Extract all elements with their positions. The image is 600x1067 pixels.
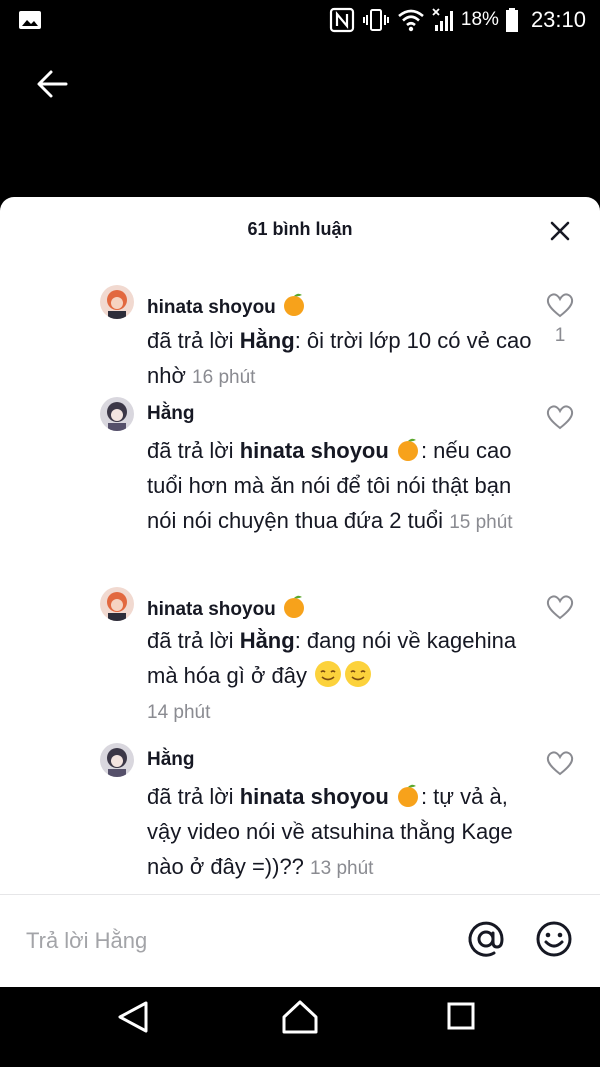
status-bar: 18% 23:10 [0, 0, 600, 40]
wifi-icon [398, 9, 424, 32]
comment-username[interactable]: Hằng [147, 403, 195, 425]
home-icon [282, 1000, 318, 1034]
comment-text: đã trả lời hinata shoyou : nếu cao tuổi … [147, 433, 532, 540]
comment-text: đã trả lời Hằng: đang nói về kagehina mà… [147, 623, 532, 730]
username-text[interactable]: Hằng [147, 403, 195, 424]
comment-time: 16 phút [192, 367, 256, 388]
username-text[interactable]: hinata shoyou [147, 599, 276, 620]
heart-icon [546, 293, 574, 318]
comment-text: đã trả lời Hằng: ôi trời lớp 10 có vẻ ca… [147, 323, 532, 395]
comments-sheet: 61 bình luận hinata shoyou đã trả lời Hằ… [0, 197, 600, 987]
battery-percentage: 18% [460, 9, 499, 30]
nav-back-button[interactable] [116, 999, 152, 1035]
like-button[interactable] [545, 403, 575, 431]
reply-input[interactable] [26, 923, 446, 959]
emoji-button[interactable] [534, 919, 574, 959]
close-button[interactable] [548, 219, 572, 243]
like-count: 1 [554, 325, 566, 346]
heart-icon [546, 595, 574, 620]
comment-username[interactable]: hinata shoyou [147, 593, 307, 621]
signal-icon [432, 8, 453, 31]
back-button[interactable] [30, 62, 74, 106]
heart-icon [546, 405, 574, 430]
avatar[interactable] [100, 397, 134, 431]
battery-icon [505, 8, 518, 32]
reply-prefix: đã trả lời [147, 438, 240, 463]
smiling-face-emoji [345, 661, 372, 687]
like-button[interactable] [545, 291, 575, 319]
comment-username[interactable]: hinata shoyou [147, 291, 307, 319]
image-icon [19, 11, 41, 29]
tangerine-emoji [284, 293, 305, 316]
close-icon [550, 221, 570, 241]
username-text[interactable]: Hằng [147, 749, 195, 770]
reply-bar [0, 894, 600, 987]
reply-prefix: đã trả lời [147, 628, 240, 653]
arrow-left-icon [37, 70, 68, 98]
avatar-image [100, 587, 134, 621]
smiling-face-emoji [315, 661, 342, 687]
tangerine-emoji [397, 438, 418, 461]
reply-target[interactable]: Hằng [240, 328, 295, 353]
square-recents-icon [447, 1002, 475, 1030]
reply-target[interactable]: hinata shoyou [240, 438, 421, 463]
clock: 23:10 [530, 7, 586, 32]
heart-icon [546, 751, 574, 776]
nfc-icon [329, 7, 355, 33]
comment-time: 14 phút [147, 702, 211, 723]
status-icons: 18% 23:10 [329, 6, 586, 34]
comments-count-title: 61 bình luận [247, 219, 353, 239]
reply-target[interactable]: hinata shoyou [240, 784, 421, 809]
comment-time: 15 phút [449, 512, 513, 533]
comment-time: 13 phút [310, 858, 374, 879]
tangerine-emoji [284, 595, 305, 618]
comment-text: đã trả lời hinata shoyou : tự vả à, vậy … [147, 779, 532, 886]
mention-button[interactable] [466, 919, 506, 959]
comment-username[interactable]: Hằng [147, 749, 195, 771]
comment-list[interactable]: hinata shoyou đã trả lời Hằng: ôi trời l… [0, 265, 600, 895]
avatar-image [100, 397, 134, 431]
nav-home-button[interactable] [280, 999, 320, 1035]
at-sign-icon [468, 921, 504, 957]
like-button[interactable] [545, 593, 575, 621]
like-button[interactable] [545, 749, 575, 777]
tangerine-emoji [397, 784, 418, 807]
smiley-icon [536, 921, 572, 957]
vibrate-icon [362, 9, 389, 31]
reply-prefix: đã trả lời [147, 328, 240, 353]
avatar[interactable] [100, 285, 134, 319]
username-text[interactable]: hinata shoyou [147, 297, 276, 318]
avatar[interactable] [100, 743, 134, 777]
avatar[interactable] [100, 587, 134, 621]
system-nav-bar [0, 987, 600, 1067]
nav-recents-button[interactable] [446, 1001, 476, 1031]
triangle-back-icon [118, 1001, 148, 1033]
avatar-image [100, 285, 134, 319]
reply-target[interactable]: Hằng [240, 628, 295, 653]
avatar-image [100, 743, 134, 777]
reply-prefix: đã trả lời [147, 784, 240, 809]
